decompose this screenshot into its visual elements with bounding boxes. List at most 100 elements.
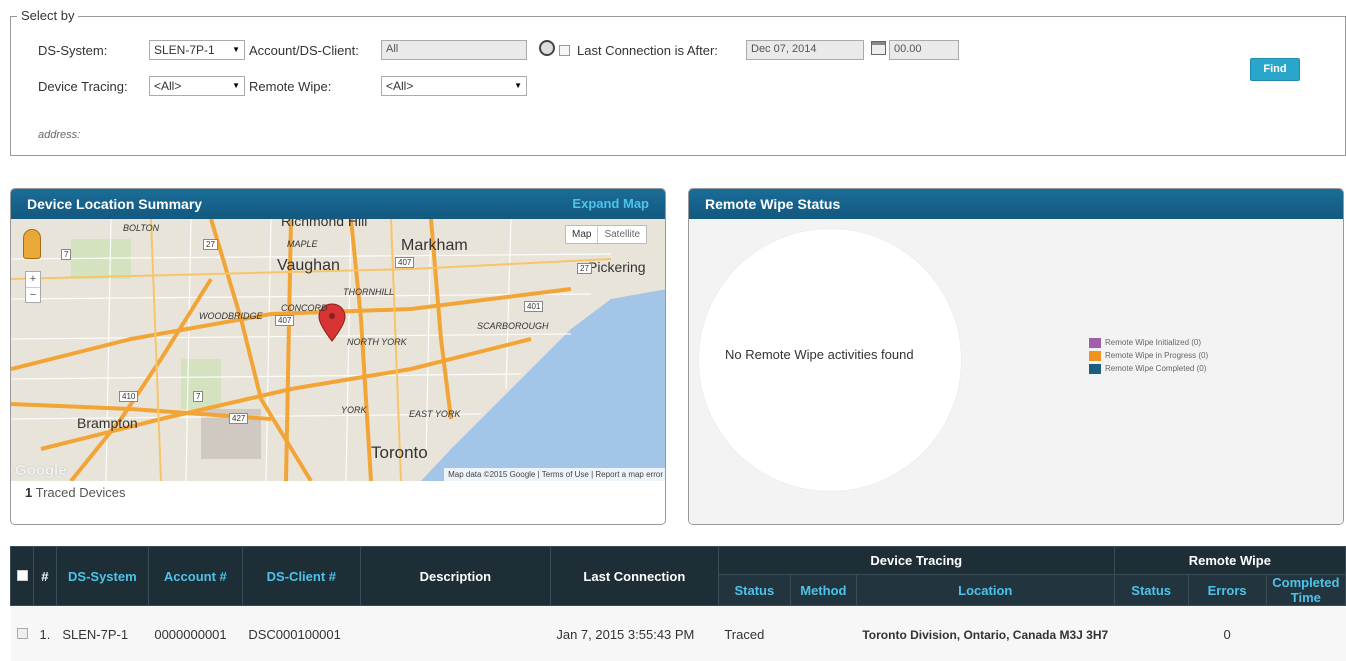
calendar-icon[interactable] xyxy=(871,41,886,55)
highway-shield: 407 xyxy=(275,315,295,326)
row-last-connection: Jan 7, 2015 3:55:43 PM xyxy=(556,627,695,643)
map-type-satellite[interactable]: Satellite xyxy=(597,226,646,243)
col-rw-status[interactable]: Status xyxy=(1113,574,1189,606)
map-label-pickering: Pickering xyxy=(588,259,646,275)
remote-wipe-value: <All> xyxy=(386,79,414,93)
zoom-control[interactable]: + − xyxy=(25,271,41,303)
devices-table: # DS-System Account # DS-Client # Descri… xyxy=(10,546,1346,661)
ds-system-select[interactable]: SLEN-7P-1 ▼ xyxy=(149,40,245,60)
map-label-east-york: EAST YORK xyxy=(409,409,461,419)
row-dt-status: Traced xyxy=(724,627,765,643)
device-tracing-value: <All> xyxy=(154,79,182,93)
row-num: 1. xyxy=(39,627,51,643)
col-dt-location[interactable]: Location xyxy=(855,574,1115,606)
row-checkbox-cell xyxy=(11,606,34,661)
remote-wipe-panel: Remote Wipe Status No Remote Wipe activi… xyxy=(688,188,1344,525)
col-description: Description xyxy=(359,546,551,606)
select-all-checkbox[interactable] xyxy=(16,569,28,581)
row-dt-method xyxy=(790,606,856,661)
legend-item: Remote Wipe Completed (0) xyxy=(1089,362,1208,375)
col-account[interactable]: Account # xyxy=(147,546,243,606)
remote-wipe-title: Remote Wipe Status xyxy=(705,196,841,212)
last-connection-date-input[interactable]: Dec 07, 2014 xyxy=(746,40,864,60)
map-label-north-york: NORTH YORK xyxy=(347,337,407,347)
legend-label: Remote Wipe Initialized (0) xyxy=(1105,338,1202,347)
map-type-map[interactable]: Map xyxy=(566,226,597,243)
row-description xyxy=(360,606,550,661)
map-label-york: YORK xyxy=(341,405,367,415)
map-attribution[interactable]: Map data ©2015 Google | Terms of Use | R… xyxy=(444,468,665,481)
device-tracing-select[interactable]: <All> ▼ xyxy=(149,76,245,96)
street-view-icon[interactable] xyxy=(23,229,41,259)
col-dt-status[interactable]: Status xyxy=(717,574,791,606)
row-account: 0000000001 xyxy=(154,627,227,643)
col-dt-method[interactable]: Method xyxy=(789,574,857,606)
row-rw-errors: 0 xyxy=(1223,627,1231,643)
map-label-scarborough: SCARBOROUGH xyxy=(477,321,549,331)
map-label-brampton: Brampton xyxy=(77,415,138,431)
map-label-woodbridge: WOODBRIDGE xyxy=(199,311,263,321)
ds-system-value: SLEN-7P-1 xyxy=(154,43,215,57)
last-connection-label: Last Connection is After: xyxy=(577,43,718,58)
select-all-header xyxy=(10,546,34,606)
legend-label: Remote Wipe in Progress (0) xyxy=(1105,351,1209,360)
highway-shield: 401 xyxy=(524,301,544,312)
search-icon[interactable] xyxy=(539,40,555,56)
remote-wipe-select[interactable]: <All> ▼ xyxy=(381,76,527,96)
row-ds-system: SLEN-7P-1 xyxy=(62,627,129,643)
ds-system-label: DS-System: xyxy=(38,43,108,58)
row-checkbox[interactable] xyxy=(16,628,28,640)
col-ds-client[interactable]: DS-Client # xyxy=(241,546,361,606)
address-label: address: xyxy=(38,129,81,141)
map-label-concord: CONCORD xyxy=(281,303,328,313)
legend-item: Remote Wipe Initialized (0) xyxy=(1089,336,1208,349)
map-type-toggle[interactable]: Map Satellite xyxy=(565,225,648,244)
highway-shield: 410 xyxy=(119,391,139,402)
last-connection-time-input[interactable]: 00.00 xyxy=(889,40,959,60)
last-connection-checkbox[interactable] xyxy=(559,45,570,56)
remote-wipe-empty-message: No Remote Wipe activities found xyxy=(725,347,914,362)
remote-wipe-legend: Remote Wipe Initialized (0) Remote Wipe … xyxy=(1089,336,1208,375)
highway-shield: 7 xyxy=(61,249,72,260)
legend-swatch xyxy=(1089,363,1101,374)
highway-shield: 27 xyxy=(577,263,592,274)
device-location-title: Device Location Summary xyxy=(27,196,203,212)
remote-wipe-header: Remote Wipe Status xyxy=(689,189,1343,219)
highway-shield: 407 xyxy=(395,257,415,268)
map-label-toronto: Toronto xyxy=(371,443,428,462)
col-last-connection: Last Connection xyxy=(549,546,719,606)
col-rw-errors[interactable]: Errors xyxy=(1187,574,1267,606)
col-num: # xyxy=(33,546,57,606)
map-label-maple: MAPLE xyxy=(287,239,318,249)
device-tracing-label: Device Tracing: xyxy=(38,79,128,94)
legend-swatch xyxy=(1089,350,1101,361)
col-rw-completed[interactable]: Completed Time xyxy=(1265,574,1346,606)
account-input[interactable]: All xyxy=(381,40,527,60)
traced-devices-count: 1 xyxy=(25,485,33,500)
row-dt-location-link[interactable]: Toronto Division, Ontario, Canada M3J 3H… xyxy=(856,606,1114,661)
table-row[interactable]: 1. SLEN-7P-1 0000000001 DSC000100001 Jan… xyxy=(10,605,1346,661)
map-view[interactable]: + − Map Satellite Richmond Hill Markham V… xyxy=(11,219,665,481)
expand-map-link[interactable]: Expand Map xyxy=(572,189,649,219)
map-label-vaughan: Vaughan xyxy=(277,257,340,274)
legend-swatch xyxy=(1089,337,1101,348)
legend-label: Remote Wipe Completed (0) xyxy=(1105,364,1207,373)
find-button[interactable]: Find xyxy=(1250,58,1300,81)
row-ds-client: DSC000100001 xyxy=(248,627,341,643)
traced-devices-label: Traced Devices xyxy=(35,485,126,500)
traced-devices-summary: 1 Traced Devices xyxy=(25,485,125,500)
col-ds-system[interactable]: DS-System xyxy=(55,546,149,606)
select-by-fieldset: Select by DS-System: SLEN-7P-1 ▼ Account/… xyxy=(10,8,1346,156)
col-group-device-tracing: Device Tracing xyxy=(717,546,1115,575)
google-logo: Google xyxy=(15,462,67,479)
chevron-down-icon: ▼ xyxy=(232,45,240,54)
map-label-bolton: BOLTON xyxy=(123,223,160,233)
col-group-remote-wipe: Remote Wipe xyxy=(1113,546,1346,575)
remote-wipe-label: Remote Wipe: xyxy=(249,79,332,94)
map-label-richmond-hill: Richmond Hill xyxy=(281,219,368,229)
highway-shield: 7 xyxy=(193,391,204,402)
account-label: Account/DS-Client: xyxy=(249,43,359,58)
chevron-down-icon: ▼ xyxy=(514,81,522,90)
select-by-legend: Select by xyxy=(17,8,79,23)
legend-item: Remote Wipe in Progress (0) xyxy=(1089,349,1208,362)
